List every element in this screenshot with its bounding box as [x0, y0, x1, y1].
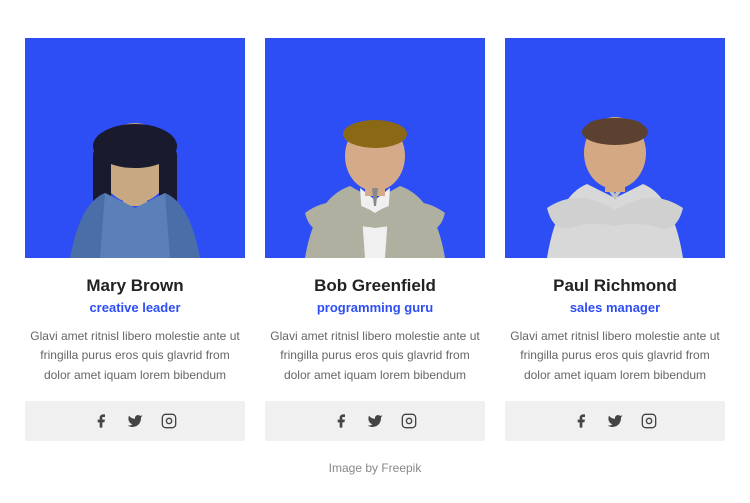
member-bio-bob: Glavi amet ritnisl libero molestie ante …: [265, 327, 485, 385]
team-card-paul: Paul Richmond sales manager Glavi amet r…: [505, 38, 725, 441]
member-bio-paul: Glavi amet ritnisl libero molestie ante …: [505, 327, 725, 385]
social-bar-paul: [505, 401, 725, 441]
social-bar-bob: [265, 401, 485, 441]
facebook-icon-paul[interactable]: [573, 413, 589, 429]
member-name-paul: Paul Richmond: [553, 276, 677, 296]
facebook-icon-mary[interactable]: [93, 413, 109, 429]
member-bio-mary: Glavi amet ritnisl libero molestie ante …: [25, 327, 245, 385]
photo-bob: [265, 38, 485, 258]
team-card-mary: Mary Brown creative leader Glavi amet ri…: [25, 38, 245, 441]
social-bar-mary: [25, 401, 245, 441]
twitter-icon-bob[interactable]: [367, 413, 383, 429]
member-name-bob: Bob Greenfield: [314, 276, 436, 296]
twitter-icon-paul[interactable]: [607, 413, 623, 429]
member-role-paul: sales manager: [570, 300, 660, 315]
instagram-icon-bob[interactable]: [401, 413, 417, 429]
facebook-icon-bob[interactable]: [333, 413, 349, 429]
member-role-mary: creative leader: [89, 300, 180, 315]
photo-mary: [25, 38, 245, 258]
instagram-icon-mary[interactable]: [161, 413, 177, 429]
member-name-mary: Mary Brown: [86, 276, 183, 296]
member-role-bob: programming guru: [317, 300, 433, 315]
footer-credit: Image by Freepik: [329, 461, 422, 475]
instagram-icon-paul[interactable]: [641, 413, 657, 429]
photo-paul: [505, 38, 725, 258]
team-grid: Mary Brown creative leader Glavi amet ri…: [20, 38, 730, 441]
team-card-bob: Bob Greenfield programming guru Glavi am…: [265, 38, 485, 441]
twitter-icon-mary[interactable]: [127, 413, 143, 429]
